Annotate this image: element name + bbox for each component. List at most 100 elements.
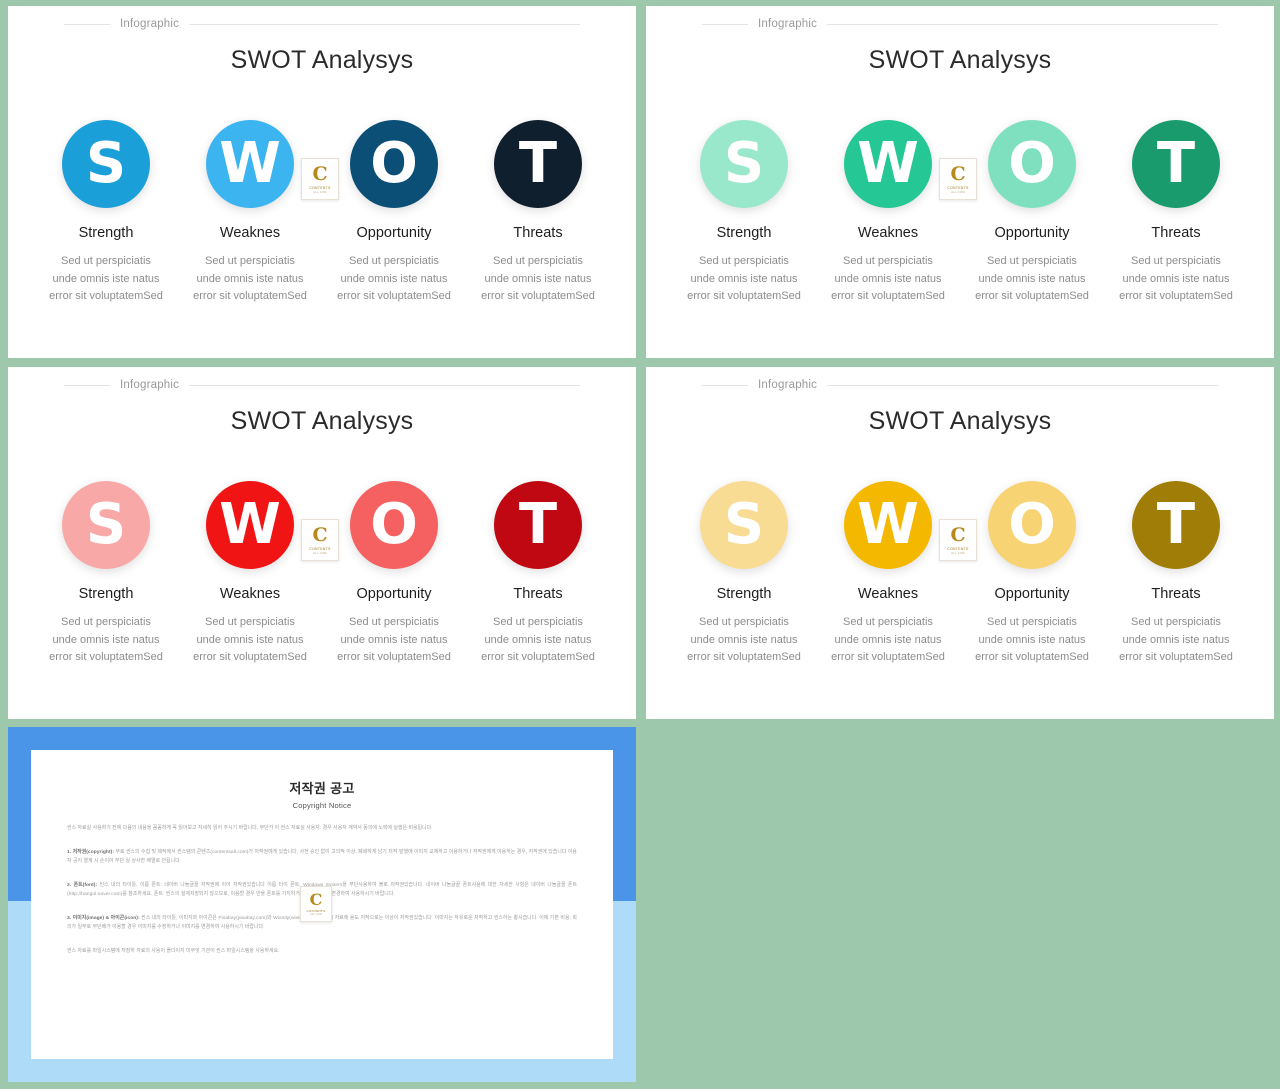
watermark-line1: CONTENTS	[309, 546, 331, 551]
desc-line: unde omnis iste natus	[484, 633, 592, 646]
letter-badge-s: S	[700, 481, 788, 569]
swot-item-weakness[interactable]: W Weaknes Sed ut perspiciatis unde omnis…	[816, 481, 960, 667]
swot-row: S Strength Sed ut perspiciatis unde omni…	[646, 481, 1274, 667]
desc-line: unde omnis iste natus	[340, 272, 448, 285]
page-title: SWOT Analysys	[230, 46, 414, 74]
letter-badge-w: W	[206, 481, 294, 569]
swot-item-threats[interactable]: T Threats Sed ut perspiciatis unde omnis…	[1104, 120, 1248, 306]
desc-line: unde omnis iste natus	[978, 272, 1086, 285]
swot-item-threats[interactable]: T Threats Sed ut perspiciatis unde omnis…	[466, 481, 610, 667]
desc-line: error sit voluptatemSed	[831, 290, 945, 302]
desc-line: Sed ut perspiciatis	[987, 616, 1077, 628]
swot-item-opportunity[interactable]: O Opportunity Sed ut perspiciatis unde o…	[322, 120, 466, 306]
item-title: Weaknes	[219, 225, 281, 241]
contents-c-watermark-icon: C CONTENTS ALL.COM	[301, 519, 339, 561]
item-title: Opportunity	[356, 225, 432, 241]
swot-item-weakness[interactable]: W Weaknes Sed ut perspiciatis unde omnis…	[178, 481, 322, 667]
slide-grid: Infographic SWOT Analysys S Strength Sed…	[0, 0, 1280, 1089]
desc-line: Sed ut perspiciatis	[493, 616, 583, 628]
infographic-header: Infographic	[646, 379, 1274, 391]
item-description: Sed ut perspiciatis unde omnis iste natu…	[1119, 253, 1233, 306]
desc-line: unde omnis iste natus	[52, 633, 160, 646]
desc-line: unde omnis iste natus	[340, 633, 448, 646]
desc-line: error sit voluptatemSed	[687, 651, 801, 663]
item-description: Sed ut perspiciatis unde omnis iste natu…	[49, 614, 163, 667]
desc-line: unde omnis iste natus	[196, 272, 304, 285]
desc-line: error sit voluptatemSed	[481, 290, 595, 302]
letter-badge-t: T	[494, 481, 582, 569]
watermark-line1: CONTENTS	[306, 909, 326, 913]
infographic-header: Infographic	[8, 18, 636, 30]
contents-c-watermark-icon: C CONTENTS ALL.COM	[939, 519, 977, 561]
desc-line: Sed ut perspiciatis	[61, 616, 151, 628]
watermark-line2: ALL.COM	[951, 190, 965, 194]
item-title: Threats	[513, 225, 563, 241]
letter-badge-s: S	[700, 120, 788, 208]
swot-item-strength[interactable]: S Strength Sed ut perspiciatis unde omni…	[672, 481, 816, 667]
item-title: Threats	[1151, 225, 1201, 241]
desc-line: unde omnis iste natus	[978, 633, 1086, 646]
swot-item-threats[interactable]: T Threats Sed ut perspiciatis unde omnis…	[1104, 481, 1248, 667]
header-label: Infographic	[758, 379, 818, 391]
infographic-header: Infographic	[646, 18, 1274, 30]
item-title: Weaknes	[857, 586, 919, 602]
letter-badge-s: S	[62, 481, 150, 569]
swot-item-weakness[interactable]: W Weaknes Sed ut perspiciatis unde omnis…	[816, 120, 960, 306]
letter-badge-t: T	[1132, 481, 1220, 569]
desc-line: error sit voluptatemSed	[49, 651, 163, 663]
desc-line: error sit voluptatemSed	[49, 290, 163, 302]
page-title: SWOT Analysys	[230, 407, 414, 435]
item-description: Sed ut perspiciatis unde omnis iste natu…	[193, 614, 307, 667]
letter-badge-o: O	[988, 120, 1076, 208]
desc-line: error sit voluptatemSed	[975, 290, 1089, 302]
document-subtitle: Copyright Notice	[292, 801, 352, 810]
copyright-document-frame[interactable]: 저작권 공고 Copyright Notice 씬스 자료실 사용하기 전에 다…	[8, 727, 636, 1082]
item-description: Sed ut perspiciatis unde omnis iste natu…	[975, 614, 1089, 667]
desc-line: Sed ut perspiciatis	[1131, 616, 1221, 628]
item-description: Sed ut perspiciatis unde omnis iste natu…	[687, 614, 801, 667]
watermark-line2: ALL.COM	[951, 551, 965, 555]
desc-line: unde omnis iste natus	[690, 633, 798, 646]
item-title: Threats	[513, 586, 563, 602]
swot-item-strength[interactable]: S Strength Sed ut perspiciatis unde omni…	[34, 120, 178, 306]
letter-badge-w: W	[844, 120, 932, 208]
desc-line: Sed ut perspiciatis	[699, 616, 789, 628]
desc-line: error sit voluptatemSed	[1119, 290, 1233, 302]
letter-badge-o: O	[988, 481, 1076, 569]
swot-item-threats[interactable]: T Threats Sed ut perspiciatis unde omnis…	[466, 120, 610, 306]
watermark-line1: CONTENTS	[947, 546, 969, 551]
section-heading: 3. 이미지(image) & 아이콘(icon):	[67, 916, 140, 921]
watermark-letter: C	[312, 523, 328, 546]
section-heading: 1. 저작권(copyright):	[67, 850, 115, 855]
swot-item-strength[interactable]: S Strength Sed ut perspiciatis unde omni…	[34, 481, 178, 667]
swot-item-weakness[interactable]: W Weaknes Sed ut perspiciatis unde omnis…	[178, 120, 322, 306]
swot-item-opportunity[interactable]: O Opportunity Sed ut perspiciatis unde o…	[322, 481, 466, 667]
letter-badge-t: T	[494, 120, 582, 208]
desc-line: unde omnis iste natus	[1122, 633, 1230, 646]
desc-line: Sed ut perspiciatis	[987, 255, 1077, 267]
watermark-line1: CONTENTS	[947, 185, 969, 190]
letter-badge-s: S	[62, 120, 150, 208]
item-title: Opportunity	[994, 586, 1070, 602]
desc-line: Sed ut perspiciatis	[349, 616, 439, 628]
item-description: Sed ut perspiciatis unde omnis iste natu…	[1119, 614, 1233, 667]
desc-line: Sed ut perspiciatis	[699, 255, 789, 267]
header-rule-left	[702, 23, 748, 25]
watermark-letter: C	[312, 162, 328, 185]
swot-row: S Strength Sed ut perspiciatis unde omni…	[8, 120, 636, 306]
desc-line: error sit voluptatemSed	[481, 651, 595, 663]
item-title: Strength	[78, 586, 134, 602]
desc-line: unde omnis iste natus	[690, 272, 798, 285]
contents-c-watermark-icon: C CONTENTS ALL.COM	[301, 158, 339, 200]
swot-item-opportunity[interactable]: O Opportunity Sed ut perspiciatis unde o…	[960, 120, 1104, 306]
desc-line: unde omnis iste natus	[834, 633, 942, 646]
desc-line: unde omnis iste natus	[196, 633, 304, 646]
item-description: Sed ut perspiciatis unde omnis iste natu…	[831, 253, 945, 306]
item-title: Strength	[78, 225, 134, 241]
swot-item-opportunity[interactable]: O Opportunity Sed ut perspiciatis unde o…	[960, 481, 1104, 667]
header-rule-right	[827, 384, 1218, 386]
infographic-header: Infographic	[8, 379, 636, 391]
desc-line: error sit voluptatemSed	[193, 651, 307, 663]
swot-item-strength[interactable]: S Strength Sed ut perspiciatis unde omni…	[672, 120, 816, 306]
desc-line: Sed ut perspiciatis	[493, 255, 583, 267]
